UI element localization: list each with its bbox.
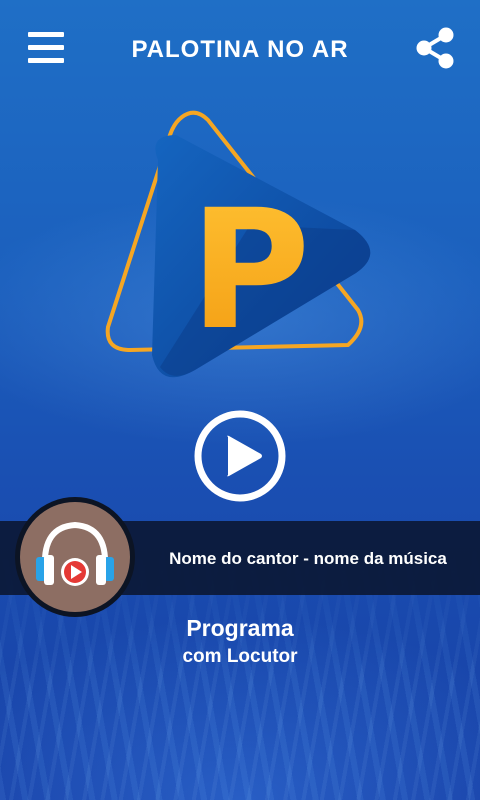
play-circle-icon[interactable] [193,409,287,503]
app-header: PALOTINA NO AR [0,0,480,100]
logo-letter: P [190,174,311,366]
app-title: PALOTINA NO AR [131,36,349,63]
headphones-icon [36,521,114,586]
hamburger-menu-icon[interactable] [28,32,64,64]
program-host: com Locutor [182,646,298,667]
now-playing-song: Nome do cantor - nome da música [169,549,447,568]
share-icon[interactable] [414,26,456,70]
station-logo: P [105,110,371,378]
program-name: Programa [186,615,294,641]
